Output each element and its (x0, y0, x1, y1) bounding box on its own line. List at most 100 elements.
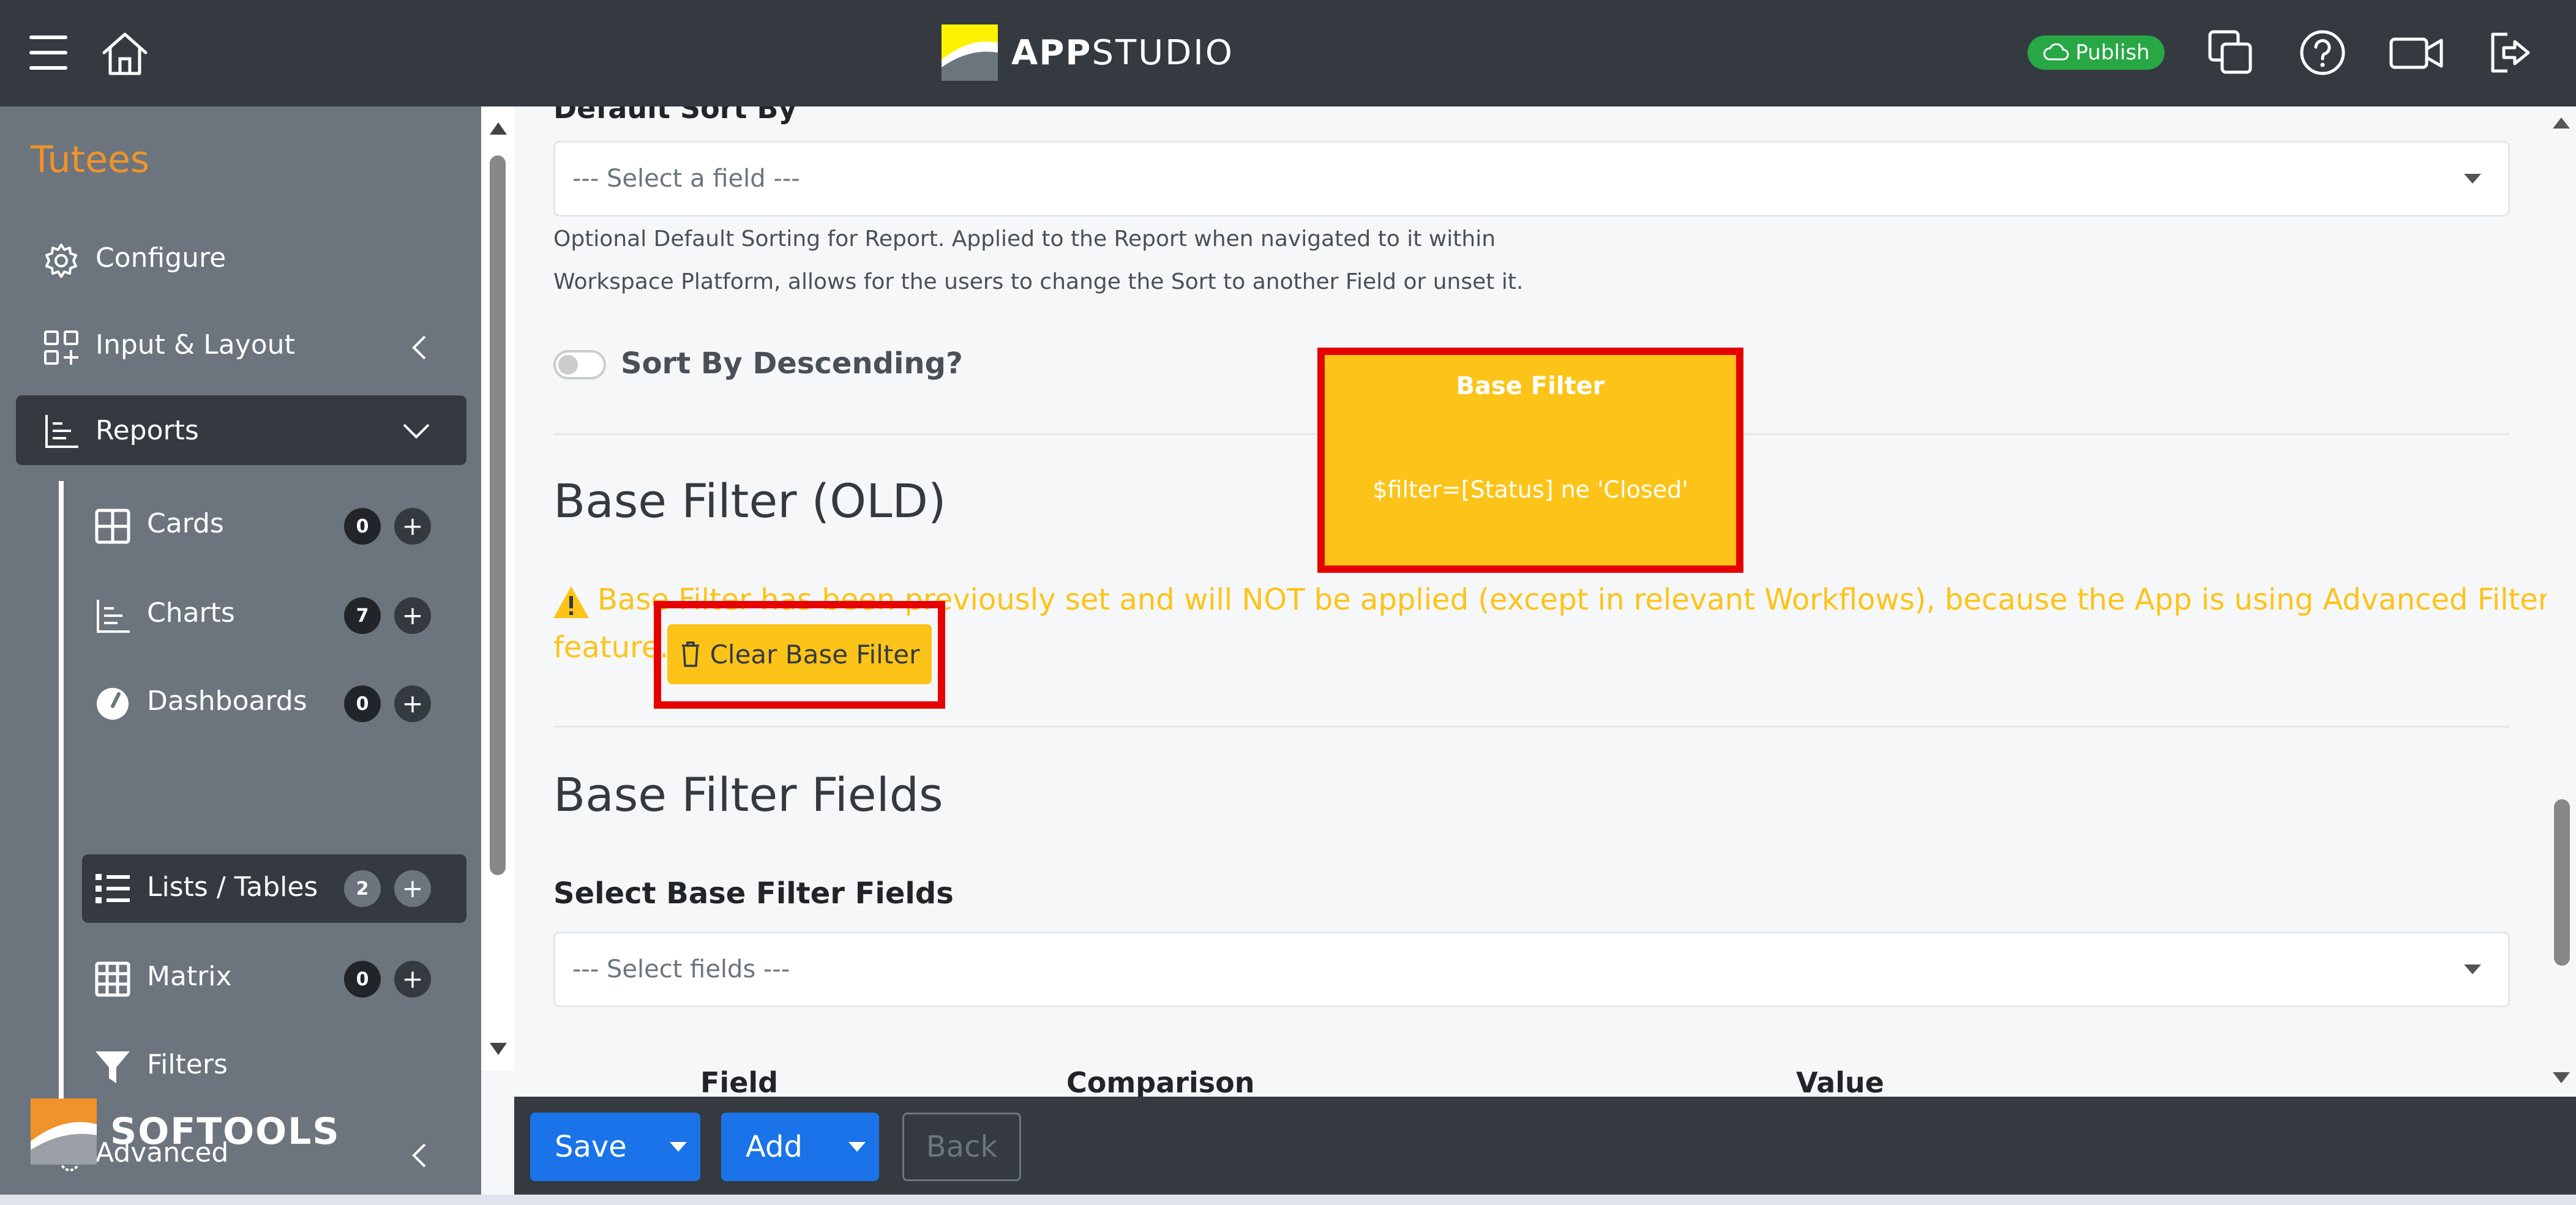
save-button[interactable]: Save (530, 1113, 700, 1181)
brand-prefix: APP (1011, 32, 1092, 73)
base-filter-warning-line2: feature. (553, 630, 669, 665)
chart-bars-icon (97, 600, 130, 633)
caret-down-icon (848, 1142, 866, 1152)
sort-descending-toggle[interactable] (553, 350, 606, 379)
scroll-up-arrow[interactable] (2553, 118, 2570, 129)
save-label: Save (555, 1130, 627, 1164)
cards-grid-icon (95, 509, 130, 544)
sidebar-item-reports[interactable]: Reports (16, 395, 466, 465)
tooltip-title: Base Filter (1456, 372, 1605, 400)
base-filter-tooltip: Base Filter $filter=[Status] ne 'Closed' (1317, 348, 1743, 573)
sidebar-scrollbar-thumb[interactable] (490, 155, 506, 875)
count-badge: 2 (344, 870, 381, 907)
video-camera-icon[interactable] (2387, 28, 2446, 77)
sidebar-item-label: Filters (147, 1049, 228, 1080)
sidebar: Tutees Configure Input & Layout Reports (0, 106, 514, 1205)
warning-triangle-icon (553, 586, 589, 618)
table-header-value: Value (1796, 1066, 1884, 1097)
gauge-icon (97, 688, 129, 720)
chevron-left-icon (412, 335, 426, 360)
sidebar-item-input-layout[interactable]: Input & Layout (16, 313, 466, 377)
table-header-comparison: Comparison (1066, 1066, 1255, 1097)
trash-icon (681, 641, 699, 667)
sidebar-item-matrix[interactable]: Matrix 0 + (82, 946, 466, 1010)
table-header-field: Field (700, 1066, 779, 1097)
help-icon[interactable] (2298, 28, 2347, 77)
hamburger-menu-icon[interactable] (27, 32, 71, 73)
select-placeholder: --- Select a field --- (572, 165, 800, 193)
add-label: Add (746, 1130, 803, 1164)
footer-toolbar: Save Add Back (514, 1097, 2576, 1195)
base-filter-heading: Base Filter (OLD) (553, 474, 946, 528)
base-filter-fields-heading: Base Filter Fields (553, 767, 943, 822)
tooltip-body: $filter=[Status] ne 'Closed' (1372, 476, 1688, 503)
sidebar-item-label: Lists / Tables (147, 871, 318, 903)
sort-help-text-line1: Optional Default Sorting for Report. App… (553, 226, 1496, 252)
add-chart-button[interactable]: + (394, 597, 431, 634)
sidebar-item-label: Dashboards (147, 685, 307, 717)
logout-icon[interactable] (2485, 28, 2537, 77)
scroll-up-arrow[interactable] (490, 122, 507, 135)
sort-descending-label: Sort By Descending? (621, 346, 963, 381)
sidebar-item-label: Reports (95, 415, 199, 446)
sidebar-item-lists-tables[interactable]: Lists / Tables 2 + (82, 854, 466, 923)
sidebar-item-label: Matrix (147, 961, 232, 992)
save-dropdown-toggle[interactable] (656, 1113, 700, 1181)
add-dashboard-button[interactable]: + (394, 685, 431, 722)
add-dropdown-toggle[interactable] (835, 1113, 879, 1181)
add-button[interactable]: Add (721, 1113, 879, 1181)
softools-logo-icon (31, 1099, 97, 1165)
sidebar-item-cards[interactable]: Cards 0 + (82, 493, 466, 557)
add-list-button[interactable]: + (394, 870, 431, 907)
filter-funnel-icon (95, 1051, 130, 1083)
add-matrix-button[interactable]: + (394, 961, 431, 998)
sidebar-scrollbar[interactable] (481, 106, 514, 1071)
add-card-button[interactable]: + (394, 508, 431, 545)
scroll-down-arrow[interactable] (2553, 1072, 2570, 1083)
chevron-down-icon (2464, 964, 2481, 974)
list-icon (95, 874, 130, 903)
cloud-icon (2043, 43, 2069, 61)
publish-button[interactable]: Publish (2027, 35, 2165, 70)
bottom-strip (0, 1195, 2576, 1205)
appstudio-logo-icon (942, 24, 998, 81)
sort-help-text-line2: Workspace Platform, allows for the users… (553, 269, 1524, 294)
main-scrollbar-thumb[interactable] (2554, 799, 2570, 966)
sidebar-item-label: Cards (147, 508, 224, 539)
select-base-filter-fields-label: Select Base Filter Fields (553, 876, 954, 911)
back-label: Back (926, 1130, 998, 1164)
table-grid-icon (95, 961, 130, 997)
copy-pages-icon[interactable] (2206, 28, 2255, 77)
sidebar-item-charts[interactable]: Charts 7 + (82, 583, 466, 646)
count-badge: 7 (344, 597, 381, 634)
clear-base-filter-label: Clear Base Filter (710, 639, 920, 670)
sidebar-item-label: Charts (147, 597, 235, 629)
main-scrollbar[interactable] (2547, 106, 2576, 1097)
clear-base-filter-button[interactable]: Clear Base Filter (667, 624, 932, 684)
scroll-down-arrow[interactable] (490, 1043, 507, 1055)
count-badge: 0 (344, 508, 381, 545)
app-logo[interactable]: APP STUDIO (942, 24, 1234, 81)
top-bar: APP STUDIO Publish (0, 0, 2576, 106)
divider (553, 726, 2510, 728)
count-badge: 0 (344, 685, 381, 722)
home-icon[interactable] (99, 28, 151, 80)
sidebar-item-filters[interactable]: Filters (82, 1034, 466, 1098)
default-sort-label: Default Sort By (553, 106, 797, 125)
softools-logo: SOFTOOLS (31, 1098, 340, 1165)
chevron-left-icon (412, 1143, 426, 1168)
publish-label: Publish (2075, 40, 2150, 65)
back-button[interactable]: Back (902, 1113, 1021, 1181)
layout-grid-icon (44, 330, 78, 365)
base-filter-fields-select[interactable]: --- Select fields --- (553, 931, 2510, 1007)
sidebar-item-configure[interactable]: Configure (16, 226, 466, 290)
subnav-line (59, 481, 64, 1100)
chevron-down-icon (2464, 174, 2481, 184)
default-sort-select[interactable]: --- Select a field --- (553, 141, 2510, 217)
chevron-down-icon (403, 423, 430, 439)
sidebar-item-label: Configure (95, 242, 227, 274)
select-placeholder: --- Select fields --- (572, 955, 790, 983)
sidebar-item-dashboards[interactable]: Dashboards 0 + (82, 671, 466, 734)
brand-suffix: STUDIO (1091, 32, 1234, 73)
chart-bars-icon (45, 415, 78, 448)
